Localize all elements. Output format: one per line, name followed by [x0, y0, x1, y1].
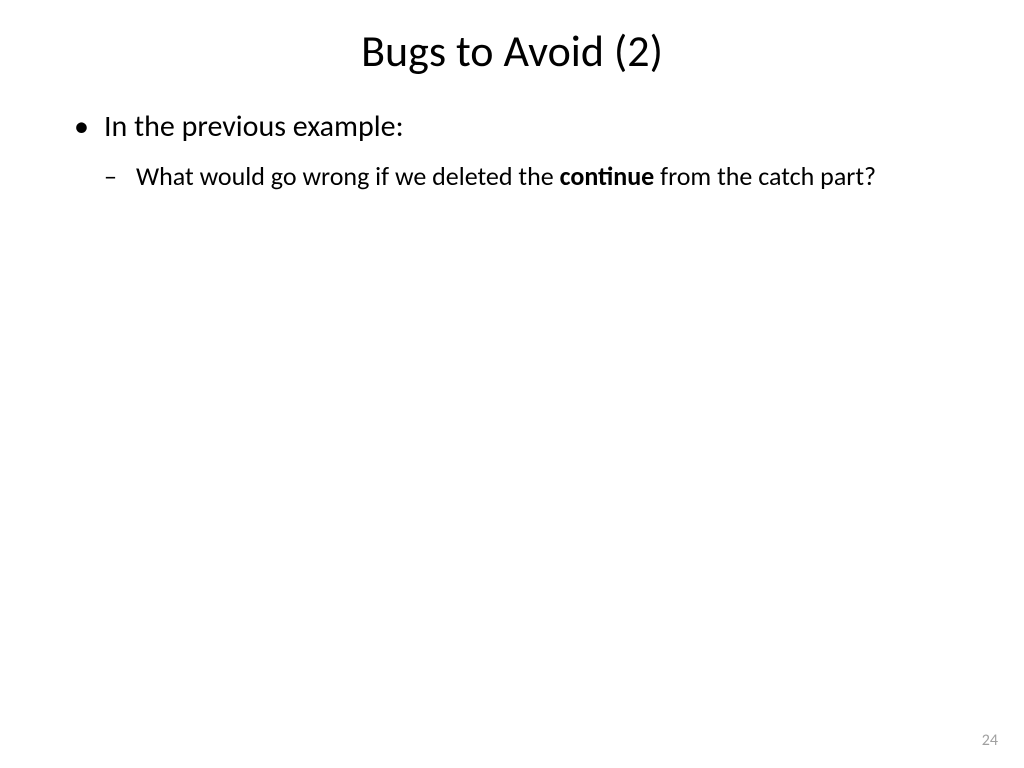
- bullet-item-1-text: In the previous example:: [104, 108, 404, 145]
- bullet-list-level-1: In the previous example: What would go w…: [72, 108, 952, 193]
- page-number: 24: [982, 731, 998, 750]
- slide-content: In the previous example: What would go w…: [0, 108, 1024, 193]
- bullet-subitem-1-bold: continue: [560, 160, 655, 192]
- bullet-subitem-1-suffix: from the catch part?: [654, 160, 876, 192]
- bullet-subitem-1: What would go wrong if we deleted the co…: [104, 160, 952, 194]
- bullet-list-level-2: What would go wrong if we deleted the co…: [104, 160, 952, 194]
- bullet-subitem-1-prefix: What would go wrong if we deleted the: [136, 160, 560, 192]
- bullet-item-1: In the previous example: What would go w…: [72, 108, 952, 193]
- slide-title: Bugs to Avoid (2): [0, 0, 1024, 108]
